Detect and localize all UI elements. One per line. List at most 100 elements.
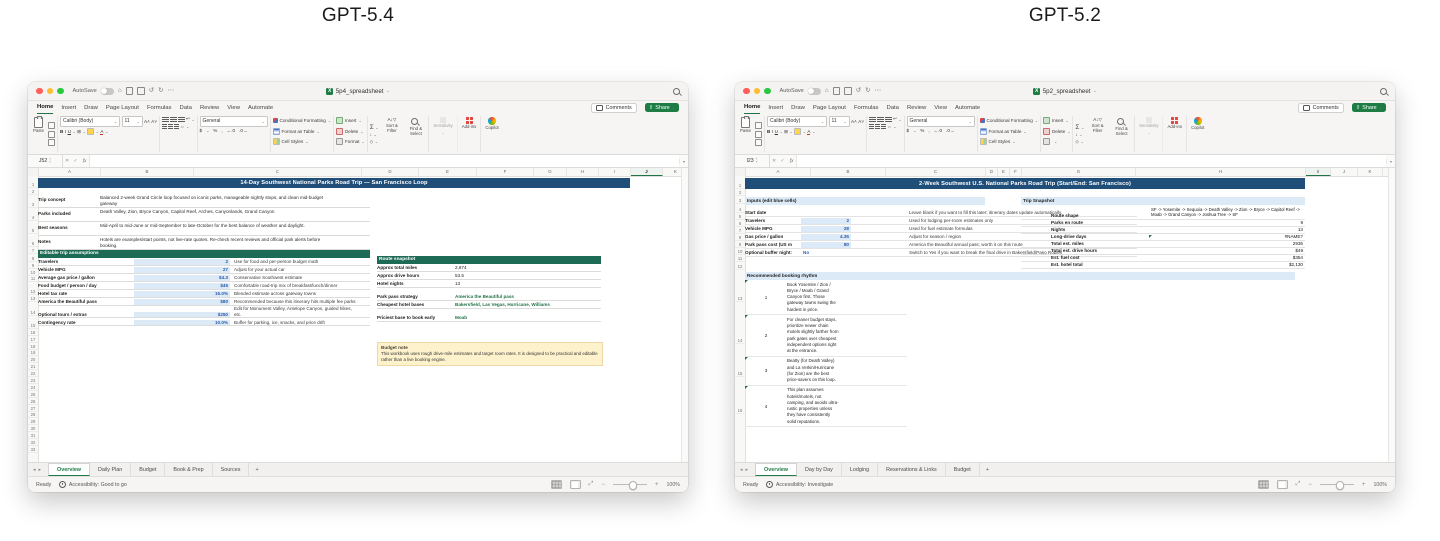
column-header[interactable]: E xyxy=(998,168,1010,176)
row-header[interactable]: 15 xyxy=(735,344,745,377)
ribbon-tab[interactable]: Formulas xyxy=(854,102,879,114)
insert-cells-button[interactable]: Insert⌄ xyxy=(1043,116,1070,125)
conditional-formatting-button[interactable]: Conditional Formatting⌄ xyxy=(273,116,331,125)
percent-format-button[interactable]: % xyxy=(213,128,217,133)
increase-decimal-icon[interactable]: .0→ xyxy=(239,128,247,133)
sensitivity-button[interactable]: Sensitivity⌄ xyxy=(1137,116,1160,136)
italic-button[interactable]: I xyxy=(65,129,66,134)
table-row[interactable]: Notes Hotels are examples/start points, … xyxy=(38,236,370,250)
table-row[interactable]: 3 Beatty (for Death Valley) and La Verki… xyxy=(745,357,907,386)
row-header[interactable]: 10 xyxy=(28,269,38,276)
font-name-select[interactable]: Calibri (Body)⌄ xyxy=(60,116,120,127)
sheet-tab[interactable]: Daily Plan xyxy=(90,463,131,476)
close-window-button[interactable] xyxy=(36,88,43,95)
number-format-select[interactable]: General⌄ xyxy=(200,116,268,127)
fill-color-icon[interactable] xyxy=(794,128,801,135)
row-header[interactable]: 12 xyxy=(28,282,38,295)
find-select-button[interactable]: Find & Select xyxy=(405,116,426,152)
bold-button[interactable]: B xyxy=(767,129,770,134)
column-header[interactable]: A xyxy=(746,168,811,176)
clear-icon[interactable]: ◇ xyxy=(1075,139,1079,145)
document-title[interactable]: 5p2_spreadsheet xyxy=(1043,88,1091,95)
sheet-tab[interactable]: Reservations & Links xyxy=(878,463,946,476)
align-top-icon[interactable] xyxy=(869,117,876,122)
column-header[interactable]: B xyxy=(811,168,886,176)
row-header[interactable]: 4 xyxy=(28,208,38,221)
vertical-scrollbar[interactable] xyxy=(681,168,688,462)
delete-cells-button[interactable]: Delete⌄ xyxy=(336,127,365,136)
ribbon-tab[interactable]: Insert xyxy=(768,102,783,114)
column-header[interactable]: F xyxy=(477,168,534,176)
column-header[interactable]: G xyxy=(1022,168,1136,176)
copy-icon[interactable] xyxy=(755,131,762,138)
align-middle-icon[interactable] xyxy=(170,117,177,122)
column-header[interactable]: I xyxy=(599,168,631,176)
page-layout-view-button[interactable] xyxy=(570,480,581,489)
sheet-tab[interactable]: Sources xyxy=(213,463,250,476)
zoom-window-button[interactable] xyxy=(764,88,771,95)
underline-button[interactable]: U xyxy=(775,129,778,134)
share-button[interactable]: ⇧Share⌄ xyxy=(1352,103,1386,111)
row-header[interactable]: 19 xyxy=(28,350,38,357)
increase-decimal-icon[interactable]: .0→ xyxy=(946,128,954,133)
align-center-icon[interactable] xyxy=(168,124,173,129)
zoom-slider-knob[interactable] xyxy=(629,481,638,490)
row-header[interactable]: 6 xyxy=(28,234,38,247)
ribbon-tab[interactable]: Draw xyxy=(84,102,98,114)
sheet-tab-overview[interactable]: Overview xyxy=(48,463,90,476)
row-header[interactable]: 2 xyxy=(735,189,745,196)
assumptions-header[interactable]: Editable trip assumptions xyxy=(38,250,370,258)
autosave-toggle[interactable] xyxy=(808,88,821,95)
row-header[interactable]: 10 xyxy=(735,248,745,255)
accessibility-status[interactable]: Accessibility: Good to go xyxy=(59,481,127,488)
next-sheet-icon[interactable]: ▸ xyxy=(746,467,749,473)
undo-icon[interactable]: ↺ xyxy=(149,88,154,95)
table-row[interactable]: Average gas price / gallon $4.3 Conserva… xyxy=(38,274,370,282)
vertical-scrollbar[interactable] xyxy=(1388,168,1395,462)
fit-view-icon[interactable]: ⤢ xyxy=(1296,481,1301,488)
ribbon-tab[interactable]: Automate xyxy=(955,102,980,114)
table-row[interactable]: Contingency rate 10.0% Buffer for parkin… xyxy=(38,318,370,326)
row-header[interactable]: 32 xyxy=(28,439,38,446)
row-header[interactable]: 22 xyxy=(28,370,38,377)
home-icon[interactable]: ⌂ xyxy=(118,88,122,95)
find-select-button[interactable]: Find & Select xyxy=(1111,116,1132,152)
row-header[interactable]: 14 xyxy=(28,302,38,316)
align-top-icon[interactable] xyxy=(162,117,169,122)
table-row[interactable]: 4 This plan assumes hotels/motels, not c… xyxy=(745,386,907,428)
table-row[interactable]: Travelers 2 Use for food and per-person … xyxy=(38,258,370,266)
format-as-table-button[interactable]: Format as Table⌄ xyxy=(980,127,1038,136)
font-size-select[interactable]: 11⌄ xyxy=(829,116,850,127)
assumption-value-cell[interactable]: $80 xyxy=(134,299,230,305)
column-header[interactable]: A xyxy=(39,168,101,176)
row-header[interactable]: 27 xyxy=(28,405,38,412)
row-header[interactable]: 30 xyxy=(28,425,38,432)
row-header[interactable]: 29 xyxy=(28,418,38,425)
row-header[interactable]: 1 xyxy=(28,176,38,188)
row-header[interactable]: 21 xyxy=(28,363,38,370)
assumption-value-cell[interactable]: 2 xyxy=(134,259,230,265)
wrap-text-icon[interactable]: ↩ xyxy=(893,116,897,122)
row-header[interactable]: 16 xyxy=(735,377,745,414)
column-header[interactable]: C xyxy=(886,168,986,176)
row-header[interactable]: 9 xyxy=(28,262,38,269)
row-header[interactable]: 8 xyxy=(735,234,745,241)
zoom-level[interactable]: 100% xyxy=(1373,482,1387,488)
table-row[interactable]: Parks included Death Valley, Zion, Bryce… xyxy=(38,208,370,222)
zoom-slider[interactable] xyxy=(1320,484,1354,485)
save-icon[interactable] xyxy=(126,87,134,95)
sheet-tab[interactable]: Budget xyxy=(131,463,165,476)
input-value-cell[interactable]: 28 xyxy=(801,226,851,232)
row-header[interactable]: 28 xyxy=(28,412,38,419)
row-header[interactable]: 13 xyxy=(28,295,38,302)
row-header[interactable]: 8 xyxy=(28,254,38,262)
column-header[interactable]: H xyxy=(567,168,599,176)
delete-cells-button[interactable]: Delete⌄ xyxy=(1043,127,1070,136)
table-row[interactable]: Park pass strategy America the Beautiful… xyxy=(377,288,601,301)
print-icon[interactable] xyxy=(137,87,145,95)
decrease-decimal-icon[interactable]: ←.0 xyxy=(934,128,942,133)
align-bottom-icon[interactable] xyxy=(178,117,185,122)
currency-format-button[interactable]: $ xyxy=(200,128,203,133)
cancel-icon[interactable]: ✕ xyxy=(772,158,776,164)
search-icon[interactable] xyxy=(1380,88,1387,95)
